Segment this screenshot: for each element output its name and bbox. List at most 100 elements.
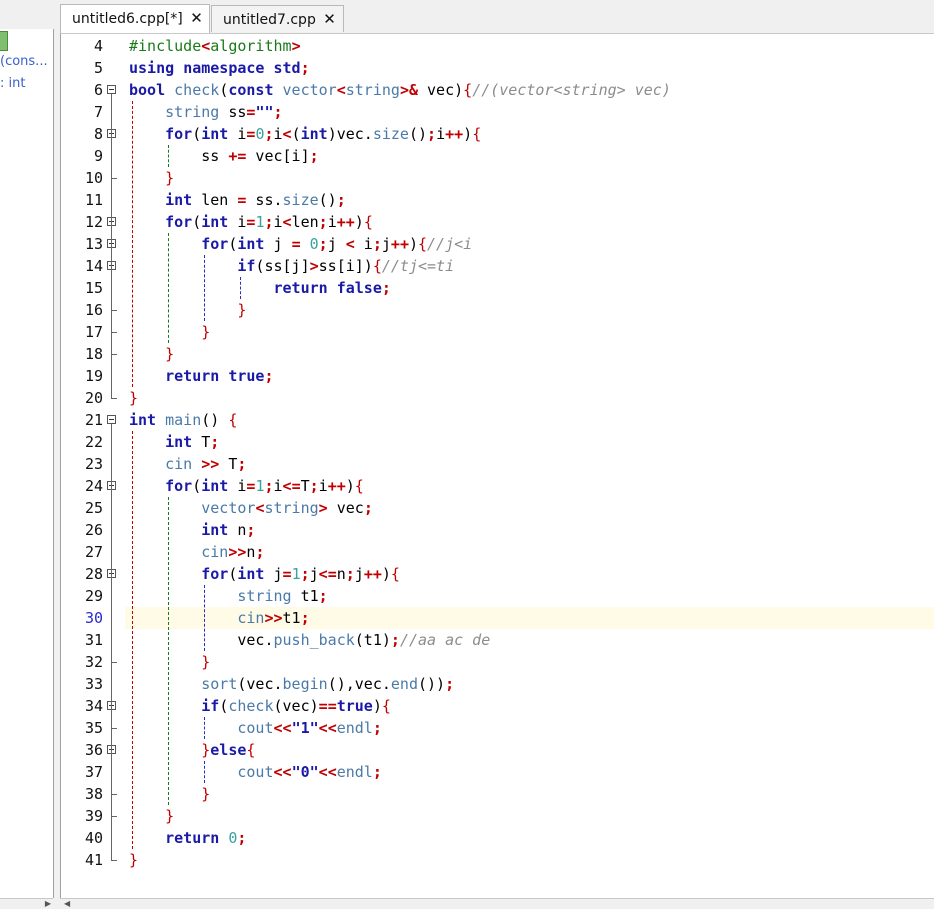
tab-untitled6[interactable]: untitled6.cpp[*] ✕ <box>60 4 210 33</box>
line-number: 40 <box>84 829 103 847</box>
code-line[interactable]: string ss=""; <box>129 101 282 123</box>
line-number: 8 <box>93 125 103 143</box>
code-line[interactable]: }else{ <box>129 739 255 761</box>
code-line[interactable]: int T; <box>129 431 219 453</box>
code-line[interactable]: } <box>129 805 174 827</box>
code-line[interactable]: for(int j = 0;j < i;j++){//j<i <box>129 233 472 255</box>
code-line[interactable]: } <box>129 343 174 365</box>
close-icon[interactable]: ✕ <box>190 9 203 27</box>
fold-toggle-icon[interactable] <box>107 85 116 94</box>
line-number: 33 <box>84 675 103 693</box>
fold-end-marker <box>111 662 117 663</box>
code-line[interactable]: } <box>129 651 210 673</box>
line-number: 9 <box>93 147 103 165</box>
code-line[interactable]: return 0; <box>129 827 246 849</box>
code-area[interactable]: #include<algorithm> using namespace std; b… <box>125 34 934 901</box>
code-line[interactable]: using namespace std; <box>129 57 310 79</box>
line-number: 30 <box>84 609 103 627</box>
code-line[interactable]: cout<<"0"<<endl; <box>129 761 382 783</box>
line-number: 26 <box>84 521 103 539</box>
fold-end-marker <box>111 794 117 795</box>
code-line[interactable]: bool check(const vector<string>& vec){//… <box>129 79 671 101</box>
fold-toggle-icon[interactable] <box>107 415 116 424</box>
line-number: 10 <box>84 169 103 187</box>
code-line[interactable]: int n; <box>129 519 255 541</box>
code-line[interactable]: cin>>n; <box>129 541 264 563</box>
code-line[interactable]: int len = ss.size(); <box>129 189 346 211</box>
line-number: 37 <box>84 763 103 781</box>
code-line[interactable]: vector<string> vec; <box>129 497 373 519</box>
line-number: 13 <box>84 235 103 253</box>
line-number: 19 <box>84 367 103 385</box>
code-line[interactable]: for(int i=1;i<=T;i++){ <box>129 475 364 497</box>
fold-end-marker <box>111 816 117 817</box>
code-line[interactable]: cin >> T; <box>129 453 246 475</box>
class-browser-item[interactable]: : int <box>0 76 25 91</box>
line-number: 41 <box>84 851 103 869</box>
code-line[interactable]: for(int j=1;j<=n;j++){ <box>129 563 400 585</box>
editor-horizontal-scrollbar[interactable]: ◀ <box>60 898 934 909</box>
left-panel-scrollbar[interactable]: ▶ <box>0 898 53 909</box>
indent-guide <box>168 233 170 343</box>
code-line[interactable]: for(int i=1;i<len;i++){ <box>129 211 373 233</box>
fold-end-marker <box>111 310 117 311</box>
editor-tab-bar: untitled6.cpp[*] ✕ untitled7.cpp ✕ <box>60 0 934 33</box>
line-number: 24 <box>84 477 103 495</box>
code-line[interactable]: cin>>t1; <box>129 607 309 629</box>
scroll-right-arrow-icon[interactable]: ▶ <box>45 899 51 908</box>
code-line[interactable]: } <box>129 783 210 805</box>
code-line[interactable]: string t1; <box>129 585 327 607</box>
line-number: 4 <box>93 37 103 55</box>
fold-end-marker <box>111 728 117 729</box>
tab-label: untitled7.cpp <box>223 12 316 28</box>
code-editor[interactable]: 4 5 6 7 8 9 10 11 12 13 14 15 16 17 18 19 20 21 22 23 24 25 26… <box>60 33 934 901</box>
line-number: 31 <box>84 631 103 649</box>
line-number: 14 <box>84 257 103 275</box>
close-icon[interactable]: ✕ <box>323 10 336 28</box>
scroll-left-arrow-icon[interactable]: ◀ <box>64 899 70 908</box>
code-line[interactable]: for(int i=0;i<(int)vec.size();i++){ <box>129 123 481 145</box>
line-number: 25 <box>84 499 103 517</box>
tab-untitled7[interactable]: untitled7.cpp ✕ <box>211 5 344 32</box>
line-number: 27 <box>84 543 103 561</box>
line-number: 20 <box>84 389 103 407</box>
code-line[interactable]: ss += vec[i]; <box>129 145 318 167</box>
code-line[interactable]: } <box>129 387 138 409</box>
fold-end-marker <box>111 332 117 333</box>
indent-guide <box>204 255 206 321</box>
line-number: 34 <box>84 697 103 715</box>
line-number: 11 <box>84 191 103 209</box>
code-line[interactable]: if(ss[j]>ss[i]){//tj<=ti <box>129 255 454 277</box>
code-line[interactable]: } <box>129 167 174 189</box>
line-number: 23 <box>84 455 103 473</box>
line-number: 32 <box>84 653 103 671</box>
line-number: 22 <box>84 433 103 451</box>
line-number: 21 <box>84 411 103 429</box>
fold-end-marker <box>111 398 117 399</box>
code-line[interactable]: } <box>129 849 138 871</box>
line-number: 38 <box>84 785 103 803</box>
indent-guide <box>132 101 133 387</box>
line-number: 39 <box>84 807 103 825</box>
indent-guide <box>204 761 206 783</box>
class-browser-panel: (cons... : int <box>0 29 54 898</box>
line-number: 15 <box>84 279 103 297</box>
code-line[interactable]: return true; <box>129 365 273 387</box>
code-line[interactable]: #include<algorithm> <box>129 35 301 57</box>
line-number: 6 <box>93 81 103 99</box>
line-number: 18 <box>84 345 103 363</box>
line-number: 12 <box>84 213 103 231</box>
code-line[interactable]: cout<<"1"<<endl; <box>129 717 382 739</box>
code-line[interactable]: vec.push_back(t1);//aa ac de <box>129 629 490 651</box>
class-browser-item[interactable]: (cons... <box>0 54 48 69</box>
code-line[interactable]: } <box>129 321 210 343</box>
fold-end-marker <box>111 178 117 179</box>
class-browser-icon[interactable] <box>0 31 8 51</box>
code-line[interactable]: int main() { <box>129 409 237 431</box>
code-line[interactable]: } <box>129 299 246 321</box>
line-number: 36 <box>84 741 103 759</box>
indent-guide <box>132 431 133 849</box>
code-line[interactable]: sort(vec.begin(),vec.end()); <box>129 673 454 695</box>
indent-guide <box>168 145 170 167</box>
indent-guide <box>168 497 170 805</box>
